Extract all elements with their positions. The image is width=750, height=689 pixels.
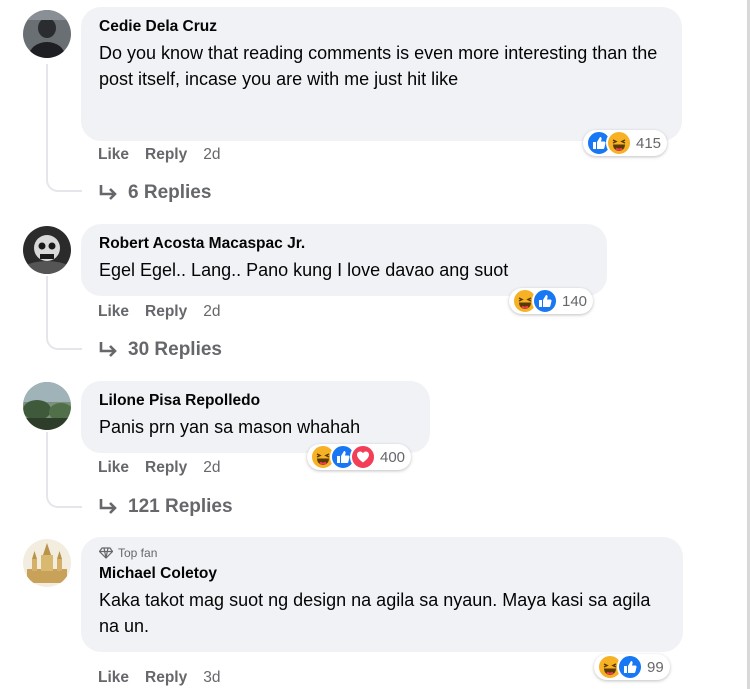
avatar[interactable] (23, 10, 71, 58)
reaction-summary[interactable]: 99 (594, 654, 670, 680)
comment-timestamp[interactable]: 3d (203, 669, 220, 687)
like-reaction-icon (532, 288, 558, 314)
reply-arrow-icon (99, 185, 117, 200)
like-button[interactable]: Like (98, 669, 129, 687)
comment-text: Egel Egel.. Lang.. Pano kung I love dava… (99, 260, 509, 280)
reply-arrow-icon (99, 499, 117, 514)
like-button[interactable]: Like (98, 459, 129, 477)
avatar[interactable] (23, 226, 71, 274)
replies-label: 6 Replies (128, 182, 212, 203)
reaction-summary[interactable]: 415 (583, 130, 668, 156)
comment-text: Do you know that reading comments is eve… (99, 43, 658, 89)
reaction-count: 400 (380, 448, 406, 466)
reply-button[interactable]: Reply (145, 303, 187, 321)
comment-actions: Like Reply 3d (98, 669, 220, 687)
like-button[interactable]: Like (98, 146, 129, 164)
reaction-summary[interactable]: 400 (307, 444, 412, 470)
comment-bubble: Lilone Pisa Repolledo Panis prn yan sa m… (81, 381, 430, 453)
comment-bubble: Robert Acosta Macaspac Jr. Egel Egel.. L… (81, 224, 607, 296)
comment-bubble: Top fan Michael Coletoy Kaka takot mag s… (81, 537, 683, 652)
love-reaction-icon (350, 444, 376, 470)
reaction-count: 415 (636, 134, 662, 152)
comment-timestamp[interactable]: 2d (203, 303, 220, 321)
view-replies-link[interactable]: 30 Replies (98, 339, 222, 361)
comment-author[interactable]: Cedie Dela Cruz (99, 17, 664, 37)
avatar[interactable] (23, 539, 71, 587)
top-fan-label: Top fan (118, 546, 158, 560)
avatar[interactable] (23, 382, 71, 430)
comment-author[interactable]: Robert Acosta Macaspac Jr. (99, 234, 589, 254)
comment-bubble: Cedie Dela Cruz Do you know that reading… (81, 7, 682, 141)
thread-line (46, 64, 48, 178)
thread-connector (46, 326, 82, 350)
haha-reaction-icon (606, 130, 632, 156)
reply-button[interactable]: Reply (145, 459, 187, 477)
comment-author[interactable]: Lilone Pisa Repolledo (99, 391, 412, 411)
comment-timestamp[interactable]: 2d (203, 459, 220, 477)
view-replies-link[interactable]: 121 Replies (98, 496, 233, 518)
reaction-count: 99 (647, 658, 664, 676)
reaction-count: 140 (562, 292, 588, 310)
comment-text: Panis prn yan sa mason whahah (99, 417, 361, 437)
thread-connector (46, 484, 82, 508)
diamond-icon (99, 547, 113, 559)
reply-button[interactable]: Reply (145, 146, 187, 164)
reaction-summary[interactable]: 140 (509, 288, 594, 314)
comment-actions: Like Reply 2d (98, 146, 220, 164)
view-replies-link[interactable]: 6 Replies (98, 182, 211, 204)
comment-author[interactable]: Michael Coletoy (99, 564, 665, 584)
comment-timestamp[interactable]: 2d (203, 146, 220, 164)
comment-text: Kaka takot mag suot ng design na agila s… (99, 590, 651, 636)
replies-label: 30 Replies (128, 339, 222, 360)
comment-actions: Like Reply 2d (98, 303, 220, 321)
thread-connector (46, 168, 82, 192)
like-reaction-icon (617, 654, 643, 680)
like-button[interactable]: Like (98, 303, 129, 321)
top-fan-badge: Top fan (99, 546, 665, 560)
reply-button[interactable]: Reply (145, 669, 187, 687)
replies-label: 121 Replies (128, 496, 233, 517)
comment-actions: Like Reply 2d (98, 459, 220, 477)
reply-arrow-icon (99, 342, 117, 357)
